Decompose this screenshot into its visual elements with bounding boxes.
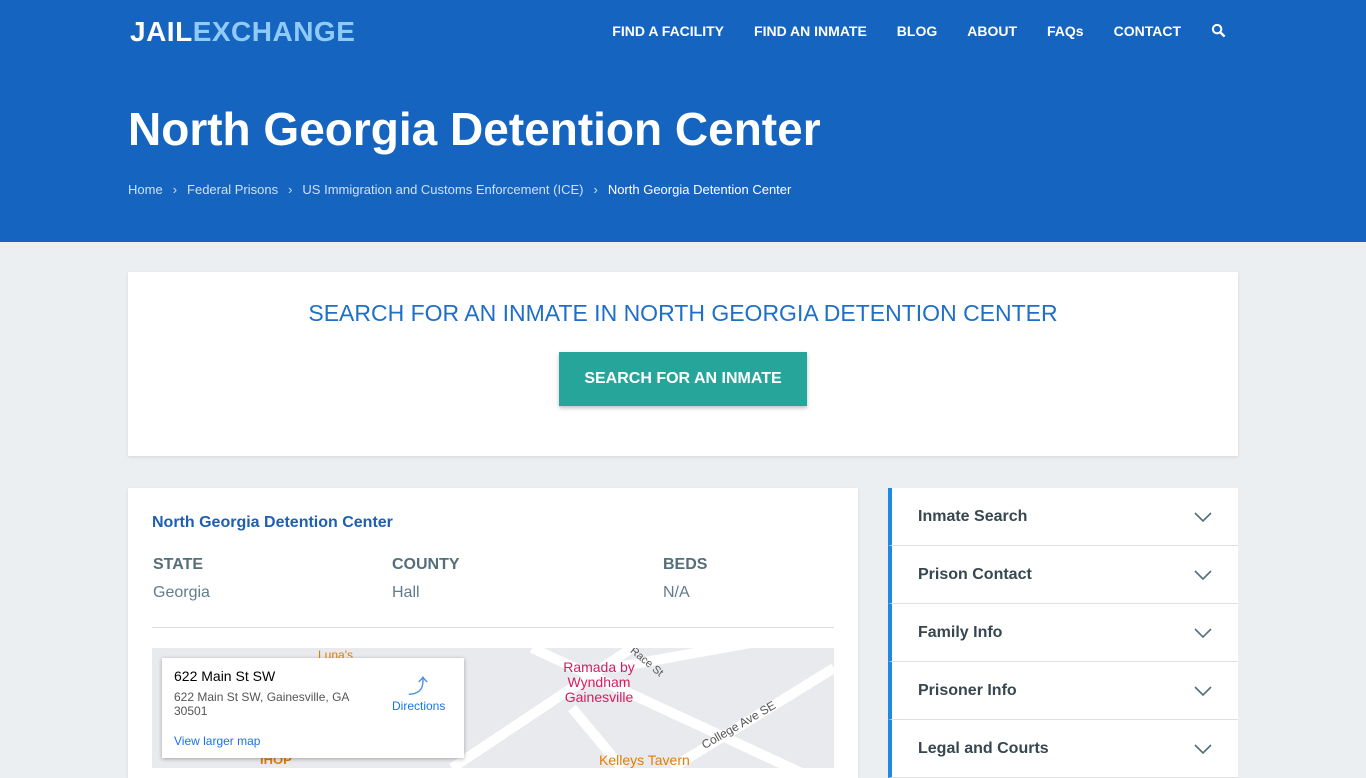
- beds-field: BEDS N/A: [663, 556, 707, 602]
- view-larger-map-link[interactable]: View larger map: [174, 734, 260, 748]
- state-value: Georgia: [153, 584, 210, 601]
- chevron-right-icon: ›: [593, 182, 598, 197]
- nav-blog[interactable]: BLOG: [897, 23, 937, 41]
- crumb-current: North Georgia Detention Center: [607, 182, 792, 197]
- breadcrumb: Home › Federal Prisons › US Immigration an…: [128, 182, 791, 197]
- map-title: 622 Main St SW: [174, 668, 276, 684]
- state-field: STATE Georgia: [153, 556, 210, 602]
- directions-button[interactable]: ⤴ Directions: [392, 670, 446, 713]
- chevron-down-icon: [1194, 627, 1212, 638]
- nav-about[interactable]: ABOUT: [967, 23, 1017, 41]
- accordion-label: Legal and Courts: [918, 739, 1049, 757]
- state-label: STATE: [153, 556, 204, 573]
- map-address: 622 Main St SW, Gainesville, GA 30501: [174, 690, 349, 718]
- divider: [152, 627, 834, 628]
- beds-label: BEDS: [663, 556, 708, 573]
- logo-exchange: EXCHANGE: [192, 16, 356, 47]
- top-nav: JAILEXCHANGE FIND A FACILITY FIND AN INM…: [0, 0, 1366, 64]
- beds-value: N/A: [663, 584, 690, 601]
- county-field: COUNTY Hall: [392, 556, 460, 602]
- chevron-right-icon: ›: [172, 182, 178, 197]
- nav-find-facility[interactable]: FIND A FACILITY: [612, 23, 724, 41]
- accordion-prisoner-info[interactable]: Prisoner Info: [888, 662, 1238, 720]
- county-value: Hall: [392, 584, 420, 601]
- nav-faqs[interactable]: FAQs: [1047, 23, 1084, 41]
- map-place-ramada: Ramada by Wyndham Gainesville: [563, 659, 635, 705]
- search-heading: SEARCH FOR AN INMATE IN NORTH GEORGIA DE…: [308, 300, 1058, 326]
- directions-icon: ⤴: [408, 676, 428, 698]
- logo-jail: JAIL: [130, 16, 193, 47]
- directions-label: Directions: [392, 699, 446, 713]
- map-place-kelleys: Kelleys Tavern: [599, 752, 690, 768]
- search-icon[interactable]: [1211, 23, 1226, 41]
- accordion-label: Inmate Search: [918, 507, 1028, 525]
- accordion-family-info[interactable]: Family Info: [888, 604, 1238, 662]
- accordion-prison-contact[interactable]: Prison Contact: [888, 546, 1238, 604]
- accordion-label: Family Info: [918, 623, 1003, 641]
- chevron-down-icon: [1194, 511, 1212, 522]
- hero: North Georgia Detention Center Home › Fed…: [0, 64, 1366, 242]
- chevron-down-icon: [1194, 743, 1212, 754]
- chevron-down-icon: [1194, 685, 1212, 696]
- facility-card: North Georgia Detention Center STATE Geor…: [128, 488, 858, 778]
- chevron-right-icon: ›: [288, 182, 293, 197]
- map-info-popup: 622 Main St SW 622 Main St SW, Gainesvil…: [162, 658, 464, 758]
- nav-contact[interactable]: CONTACT: [1114, 23, 1181, 41]
- map[interactable]: Ramada by Wyndham Gainesville Kelleys Ta…: [152, 648, 834, 768]
- crumb-federal[interactable]: Federal Prisons: [187, 182, 278, 197]
- accordion-label: Prisoner Info: [918, 681, 1017, 699]
- crumb-home[interactable]: Home: [128, 182, 163, 197]
- crumb-ice[interactable]: US Immigration and Customs Enforcement (…: [302, 182, 583, 197]
- county-label: COUNTY: [392, 556, 460, 573]
- accordion-inmate-search[interactable]: Inmate Search: [888, 488, 1238, 546]
- logo[interactable]: JAILEXCHANGE: [130, 16, 355, 48]
- search-card: SEARCH FOR AN INMATE IN NORTH GEORGIA DE…: [128, 272, 1238, 456]
- nav-find-inmate[interactable]: FIND AN INMATE: [754, 23, 867, 41]
- accordion-legal-courts[interactable]: Legal and Courts: [888, 720, 1238, 778]
- sidebar-accordion: Inmate Search Prison Contact Family Info…: [888, 488, 1238, 778]
- facility-name[interactable]: North Georgia Detention Center: [152, 514, 393, 532]
- accordion-label: Prison Contact: [918, 565, 1032, 583]
- search-inmate-button[interactable]: SEARCH FOR AN INMATE: [559, 352, 807, 406]
- chevron-down-icon: [1194, 569, 1212, 580]
- page-title: North Georgia Detention Center: [128, 103, 821, 155]
